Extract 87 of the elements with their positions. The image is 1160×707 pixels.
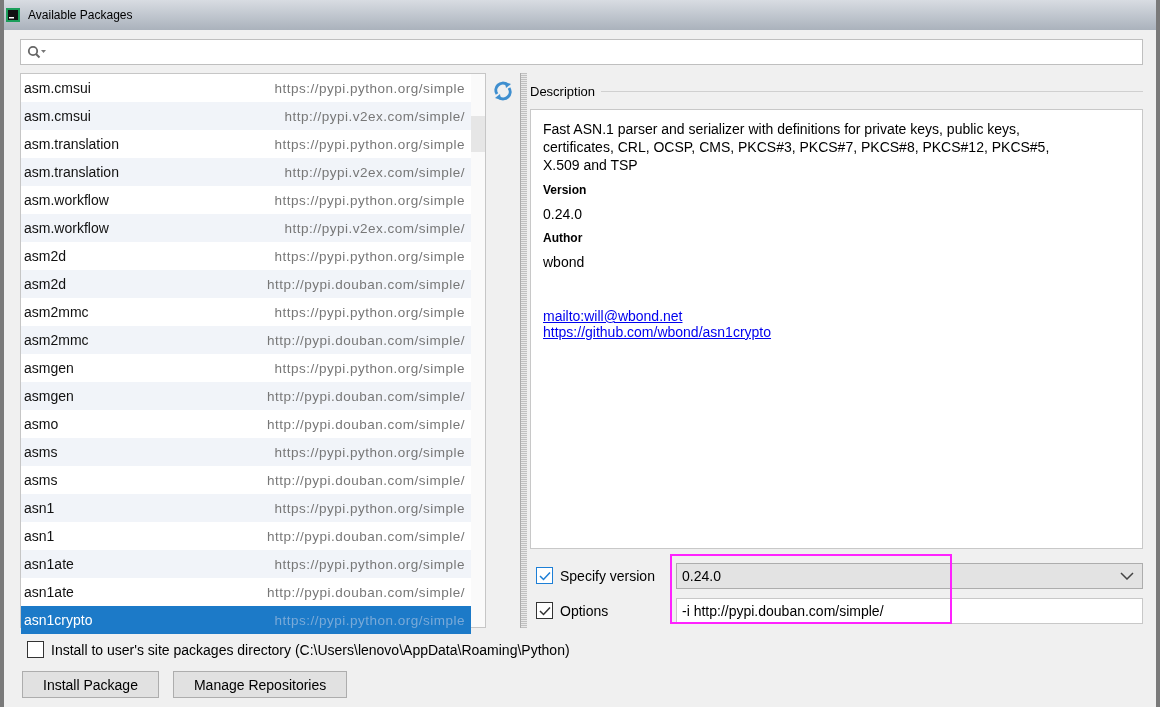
search-icon <box>27 45 47 59</box>
package-row[interactable]: asn1 http://pypi.douban.com/simple/ <box>21 522 471 550</box>
repository-url: http://pypi.v2ex.com/simple/ <box>284 164 465 180</box>
repository-url: http://pypi.douban.com/simple/ <box>266 528 465 544</box>
package-name: asm.cmsui <box>24 80 91 96</box>
package-name: asmgen <box>24 360 74 376</box>
scrollbar[interactable] <box>471 74 485 627</box>
link[interactable]: mailto:will@wbond.net <box>543 308 683 324</box>
splitter-handle[interactable] <box>520 73 527 628</box>
package-row[interactable]: asm.workflow http://pypi.v2ex.com/simple/ <box>21 214 471 242</box>
package-name: asm.translation <box>24 136 119 152</box>
package-row[interactable]: asms https://pypi.python.org/simple <box>21 438 471 466</box>
package-row[interactable]: asm2d https://pypi.python.org/simple <box>21 242 471 270</box>
package-row[interactable]: asm.cmsui http://pypi.v2ex.com/simple/ <box>21 102 471 130</box>
package-row[interactable]: asm2mmc http://pypi.douban.com/simple/ <box>21 326 471 354</box>
repository-url: https://pypi.python.org/simple <box>274 192 465 208</box>
repository-url: http://pypi.douban.com/simple/ <box>266 332 465 348</box>
version-dropdown[interactable]: 0.24.0 <box>676 562 1143 589</box>
repository-url: https://pypi.python.org/simple <box>274 612 465 628</box>
package-name: asn1ate <box>24 584 74 600</box>
package-name: asm.cmsui <box>24 108 91 124</box>
package-name: asm2d <box>24 276 67 292</box>
version-value: 0.24.0 <box>543 206 583 222</box>
package-row[interactable]: asm2mmc https://pypi.python.org/simple <box>21 298 471 326</box>
package-name: asn1crypto <box>24 612 93 628</box>
repository-url: https://pypi.python.org/simple <box>274 360 465 376</box>
repository-url: http://pypi.douban.com/simple/ <box>266 388 465 404</box>
package-row[interactable]: asm.translation https://pypi.python.org/simple <box>21 130 471 158</box>
install-button[interactable]: Install Package <box>22 671 159 698</box>
window-title: Available Packages <box>28 8 133 22</box>
package-row[interactable]: asmo http://pypi.douban.com/simple/ <box>21 410 471 438</box>
repository-url: http://pypi.douban.com/simple/ <box>266 584 465 600</box>
repository-url: http://pypi.douban.com/simple/ <box>266 472 465 488</box>
repository-url: https://pypi.python.org/simple <box>274 556 465 572</box>
package-name: asm.translation <box>24 164 119 180</box>
version-label: Version <box>543 183 588 197</box>
repository-url: http://pypi.v2ex.com/simple/ <box>284 108 465 124</box>
scrollbar-thumb[interactable] <box>471 116 485 152</box>
package-row[interactable]: asms http://pypi.douban.com/simple/ <box>21 466 471 494</box>
chevron-down-icon <box>1120 571 1134 580</box>
repository-url: https://pypi.python.org/simple <box>274 500 465 516</box>
package-name: asm.workflow <box>24 220 109 236</box>
package-row[interactable]: asn1ate http://pypi.douban.com/simple/ <box>21 578 471 606</box>
search-field[interactable] <box>20 39 1143 65</box>
package-row[interactable]: asm.workflow https://pypi.python.org/simple <box>21 186 471 214</box>
package-row[interactable]: asmgen https://pypi.python.org/simple <box>21 354 471 382</box>
package-name: asn1ate <box>24 556 74 572</box>
repository-url: https://pypi.python.org/simple <box>274 80 465 96</box>
package-row[interactable]: asn1 https://pypi.python.org/simple <box>21 494 471 522</box>
package-name: asm2mmc <box>24 332 89 348</box>
package-name: asmo <box>24 416 59 432</box>
description-text: Fast ASN.1 parser and serializer with definitions for private keys, public keys, certificates, CRL, OCSP, CMS, PKCS#3, PKCS#7, PKCS#8, PKCS#12, PKCS#5, X.509 and TSP <box>543 120 1051 174</box>
app-icon <box>6 8 20 22</box>
author-value: wbond <box>543 254 586 270</box>
manage-button[interactable]: Manage Repositories <box>172 671 348 698</box>
package-row[interactable]: asn1crypto https://pypi.python.org/simple <box>21 606 471 634</box>
author-label: Author <box>543 231 584 245</box>
repository-url: https://pypi.python.org/simple <box>274 248 465 264</box>
section-heading: Description <box>530 83 596 99</box>
package-name: asms <box>24 444 58 460</box>
checkbox[interactable] <box>536 567 553 584</box>
package-row[interactable]: asm2d http://pypi.douban.com/simple/ <box>21 270 471 298</box>
repository-url: http://pypi.v2ex.com/simple/ <box>284 220 465 236</box>
checkbox-label: Install to user's site packages directory (C:\Users\lenovo\AppData\Roaming\Python) <box>51 641 570 658</box>
checkbox[interactable] <box>27 641 44 658</box>
repository-url: https://pypi.python.org/simple <box>274 136 465 152</box>
link[interactable]: https://github.com/wbond/asn1crypto <box>543 324 772 340</box>
repository-url: http://pypi.douban.com/simple/ <box>266 276 465 292</box>
package-name: asm.workflow <box>24 192 109 208</box>
package-name: asn1 <box>24 528 55 544</box>
package-name: asmgen <box>24 388 74 404</box>
repository-url: https://pypi.python.org/simple <box>274 444 465 460</box>
package-row[interactable]: asmgen http://pypi.douban.com/simple/ <box>21 382 471 410</box>
package-name: asm2mmc <box>24 304 89 320</box>
checkbox-label: Specify version <box>560 567 655 584</box>
checkbox-label: Options <box>560 602 609 619</box>
package-name: asm2d <box>24 248 67 264</box>
package-row[interactable]: asn1ate https://pypi.python.org/simple <box>21 550 471 578</box>
package-row[interactable]: asm.translation http://pypi.v2ex.com/simple/ <box>21 158 471 186</box>
checkbox[interactable] <box>536 602 553 619</box>
repository-url: http://pypi.douban.com/simple/ <box>266 416 465 432</box>
package-row[interactable]: asm.cmsui https://pypi.python.org/simple <box>21 74 471 102</box>
refresh-icon[interactable] <box>493 81 513 101</box>
options-field[interactable]: -i http://pypi.douban.com/simple/ <box>676 597 1143 624</box>
package-name: asn1 <box>24 500 55 516</box>
package-name: asms <box>24 472 58 488</box>
repository-url: https://pypi.python.org/simple <box>274 304 465 320</box>
